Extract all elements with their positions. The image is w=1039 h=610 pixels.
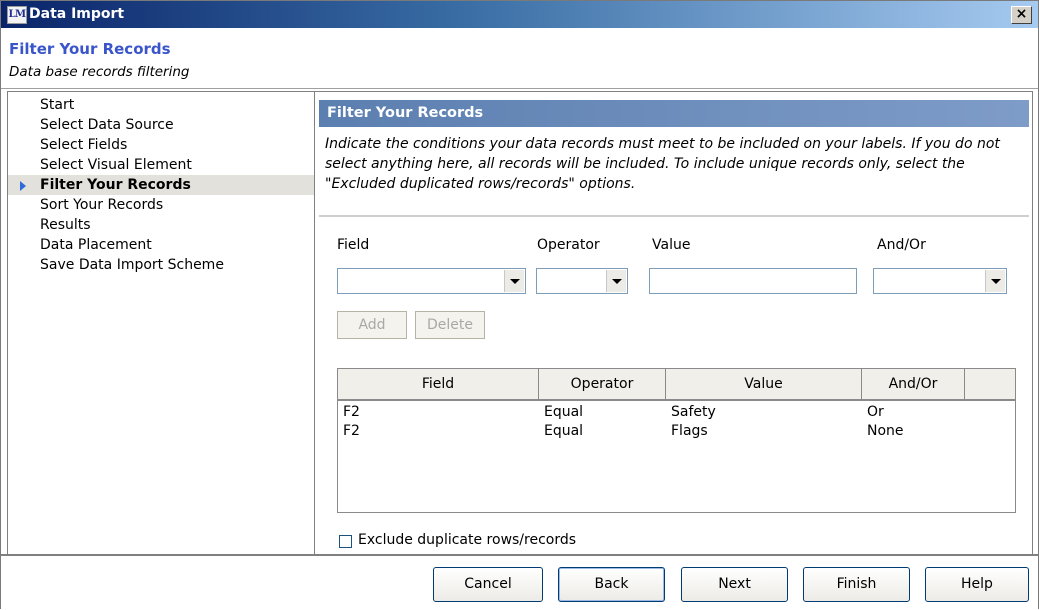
help-button[interactable]: Help bbox=[925, 567, 1029, 602]
nav-item-label: Select Fields bbox=[40, 137, 128, 153]
cell-field: F2 bbox=[343, 404, 360, 420]
cell-andor: Or bbox=[867, 404, 884, 420]
table-row[interactable]: F2 Equal Safety Or bbox=[338, 403, 1015, 422]
window-title: Data Import bbox=[29, 6, 125, 22]
wizard-steps-nav: Start Select Data Source Select Fields S… bbox=[7, 91, 315, 555]
filter-conditions-table: Field Operator Value And/Or F2 Equal Saf… bbox=[337, 368, 1016, 513]
add-button[interactable]: Add bbox=[337, 311, 407, 339]
column-header-field[interactable]: Field bbox=[338, 369, 539, 399]
nav-item-label: Save Data Import Scheme bbox=[40, 257, 224, 273]
table-header: Field Operator Value And/Or bbox=[338, 369, 1015, 401]
nav-item-filter-your-records[interactable]: Filter Your Records bbox=[8, 175, 314, 195]
cell-operator: Equal bbox=[544, 423, 584, 439]
exclude-duplicates-label[interactable]: Exclude duplicate rows/records bbox=[358, 532, 576, 548]
close-button[interactable]: × bbox=[1011, 6, 1032, 24]
dropdown-arrow-icon[interactable] bbox=[985, 270, 1005, 292]
filter-panel: Filter Your Records Indicate the conditi… bbox=[315, 91, 1033, 555]
cell-andor: None bbox=[867, 423, 904, 439]
title-bar: LM Data Import × bbox=[1, 1, 1038, 28]
data-import-window: LM Data Import × Filter Your Records Dat… bbox=[0, 0, 1039, 610]
andor-label: And/Or bbox=[877, 237, 926, 253]
nav-item-label: Results bbox=[40, 217, 91, 233]
nav-item-label: Select Data Source bbox=[40, 117, 174, 133]
cell-value: Flags bbox=[671, 423, 708, 439]
value-label: Value bbox=[652, 237, 691, 253]
nav-item-select-visual-element[interactable]: Select Visual Element bbox=[8, 155, 314, 175]
nav-item-save-data-import-scheme[interactable]: Save Data Import Scheme bbox=[8, 255, 314, 275]
cell-value: Safety bbox=[671, 404, 716, 420]
wizard-footer: Cancel Back Next Finish Help bbox=[1, 554, 1038, 610]
next-button[interactable]: Next bbox=[681, 567, 788, 602]
page-subtitle: Data base records filtering bbox=[9, 64, 190, 80]
section-title: Filter Your Records bbox=[319, 100, 1029, 127]
separator bbox=[319, 215, 1029, 217]
field-label: Field bbox=[337, 237, 370, 253]
wizard-header: Filter Your Records Data base records fi… bbox=[1, 28, 1038, 89]
column-header-value[interactable]: Value bbox=[666, 369, 862, 399]
nav-item-label: Data Placement bbox=[40, 237, 152, 253]
exclude-duplicates-checkbox[interactable] bbox=[339, 535, 352, 548]
field-dropdown[interactable] bbox=[337, 268, 526, 294]
section-description: Indicate the conditions your data record… bbox=[325, 136, 1000, 192]
nav-item-select-data-source[interactable]: Select Data Source bbox=[8, 115, 314, 135]
nav-item-select-fields[interactable]: Select Fields bbox=[8, 135, 314, 155]
column-header-andor[interactable]: And/Or bbox=[862, 369, 965, 399]
operator-label: Operator bbox=[537, 237, 600, 253]
table-row[interactable]: F2 Equal Flags None bbox=[338, 422, 1015, 441]
column-header-blank bbox=[965, 369, 1015, 399]
back-button[interactable]: Back bbox=[558, 567, 665, 602]
page-title: Filter Your Records bbox=[9, 40, 171, 58]
delete-button[interactable]: Delete bbox=[415, 311, 485, 339]
nav-item-label: Sort Your Records bbox=[40, 197, 164, 213]
operator-dropdown[interactable] bbox=[536, 268, 628, 294]
nav-item-label: Filter Your Records bbox=[40, 177, 191, 193]
cell-operator: Equal bbox=[544, 404, 584, 420]
cell-field: F2 bbox=[343, 423, 360, 439]
finish-button[interactable]: Finish bbox=[803, 567, 910, 602]
nav-item-label: Start bbox=[40, 97, 75, 113]
nav-item-start[interactable]: Start bbox=[8, 95, 314, 115]
nav-item-label: Select Visual Element bbox=[40, 157, 192, 173]
nav-item-results[interactable]: Results bbox=[8, 215, 314, 235]
app-logo-icon: LM bbox=[7, 6, 27, 24]
dropdown-arrow-icon[interactable] bbox=[504, 270, 524, 292]
nav-item-data-placement[interactable]: Data Placement bbox=[8, 235, 314, 255]
nav-item-sort-your-records[interactable]: Sort Your Records bbox=[8, 195, 314, 215]
column-header-operator[interactable]: Operator bbox=[539, 369, 666, 399]
dropdown-arrow-icon[interactable] bbox=[606, 270, 626, 292]
value-input[interactable] bbox=[649, 268, 857, 294]
current-step-arrow-icon bbox=[20, 181, 26, 191]
andor-dropdown[interactable] bbox=[873, 268, 1007, 294]
cancel-button[interactable]: Cancel bbox=[433, 567, 543, 602]
